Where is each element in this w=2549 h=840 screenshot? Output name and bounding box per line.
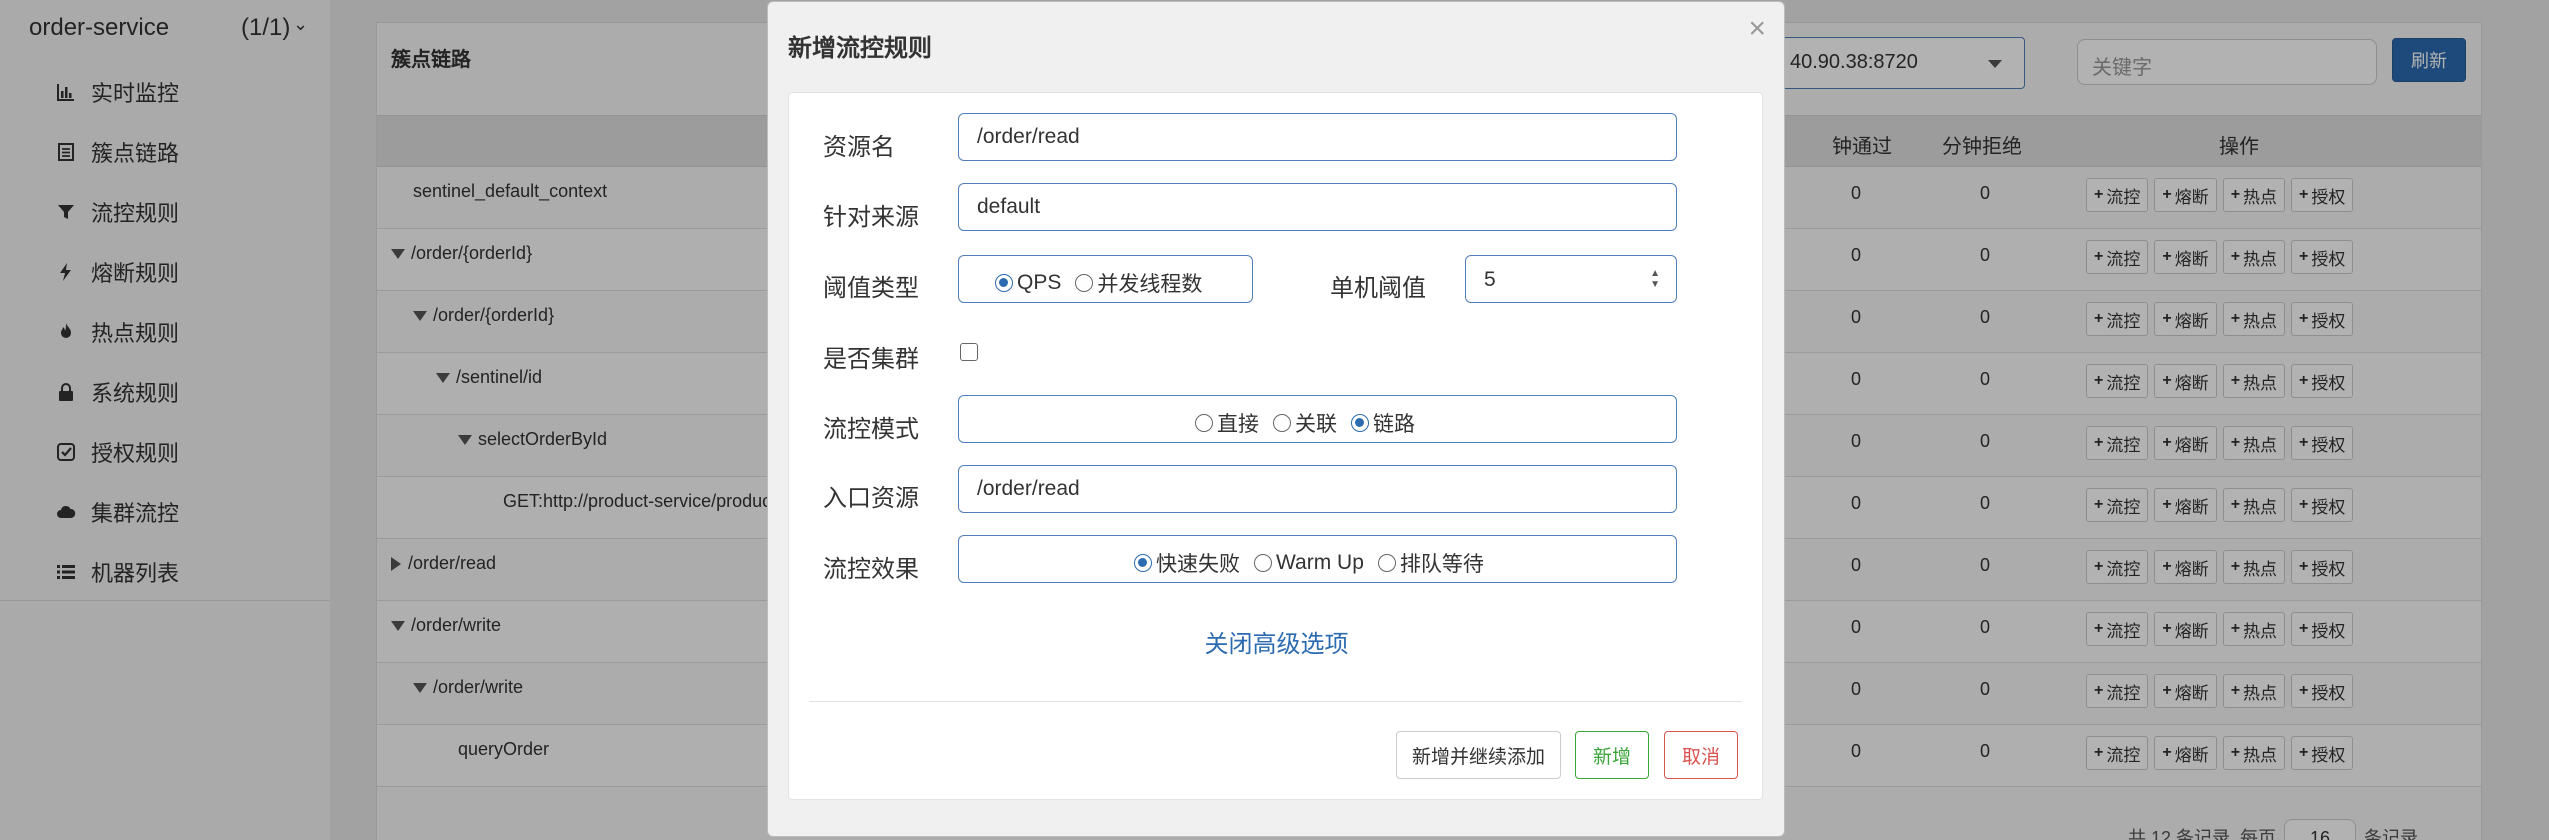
dialog-title: 新增流控规则 bbox=[788, 35, 932, 62]
origin-value: default bbox=[977, 195, 1041, 218]
radio-circle bbox=[1273, 414, 1291, 432]
single-threshold-label: 单机阈值 bbox=[1330, 275, 1426, 302]
radio-qps[interactable]: QPS bbox=[995, 271, 1061, 295]
threshold-type-group: QPS 并发线程数 bbox=[958, 255, 1253, 303]
radio-relate[interactable]: 关联 bbox=[1273, 408, 1337, 438]
radio-circle bbox=[1351, 414, 1369, 432]
mode-group: 直接 关联 链路 bbox=[958, 395, 1677, 443]
cancel-button[interactable]: 取消 bbox=[1664, 731, 1738, 779]
number-spinner-icon[interactable]: ▲ ▼ bbox=[1650, 268, 1660, 290]
radio-circle bbox=[1254, 554, 1272, 572]
radio-direct[interactable]: 直接 bbox=[1195, 408, 1259, 438]
radio-queue[interactable]: 排队等待 bbox=[1377, 548, 1484, 578]
radio-label: 排队等待 bbox=[1399, 553, 1484, 576]
radio-circle bbox=[995, 274, 1013, 292]
radio-warm-up[interactable]: Warm Up bbox=[1254, 551, 1364, 575]
resource-name-field[interactable]: /order/read bbox=[958, 113, 1677, 161]
mode-label: 流控模式 bbox=[823, 416, 919, 443]
resource-label: 资源名 bbox=[823, 134, 895, 161]
radio-label: 直接 bbox=[1217, 413, 1259, 436]
radio-label: QPS bbox=[1017, 271, 1062, 294]
add-button[interactable]: 新增 bbox=[1575, 731, 1649, 779]
cluster-checkbox[interactable] bbox=[960, 343, 978, 361]
radio-label: Warm Up bbox=[1276, 551, 1364, 574]
effect-label: 流控效果 bbox=[823, 556, 919, 583]
origin-field[interactable]: default bbox=[958, 183, 1677, 231]
close-icon[interactable]: × bbox=[1748, 12, 1766, 46]
radio-circle bbox=[1134, 554, 1152, 572]
radio-circle bbox=[1195, 414, 1213, 432]
radio-circle bbox=[1075, 274, 1094, 292]
radio-chain[interactable]: 链路 bbox=[1351, 408, 1415, 438]
entry-resource-label: 入口资源 bbox=[823, 485, 919, 512]
single-threshold-input[interactable]: 5 ▲ ▼ bbox=[1465, 255, 1677, 303]
radio-label: 快速失败 bbox=[1156, 553, 1240, 576]
radio-fail-fast[interactable]: 快速失败 bbox=[1134, 548, 1240, 578]
radio-thread-count[interactable]: 并发线程数 bbox=[1075, 268, 1202, 298]
cluster-label: 是否集群 bbox=[823, 346, 919, 373]
add-and-continue-button[interactable]: 新增并继续添加 bbox=[1396, 731, 1561, 779]
radio-label: 并发线程数 bbox=[1097, 273, 1203, 296]
footer-divider bbox=[809, 701, 1742, 702]
threshold-type-label: 阈值类型 bbox=[823, 275, 919, 302]
dialog-body: 资源名 /order/read 针对来源 default 阈值类型 QPS 并发… bbox=[788, 92, 1763, 800]
single-threshold-value: 5 bbox=[1484, 268, 1496, 291]
add-flow-rule-dialog: 新增流控规则 × 资源名 /order/read 针对来源 default 阈值… bbox=[767, 1, 1785, 837]
origin-label: 针对来源 bbox=[823, 204, 919, 231]
resource-name-value: /order/read bbox=[977, 125, 1080, 148]
entry-resource-value: /order/read bbox=[977, 477, 1080, 500]
radio-label: 关联 bbox=[1295, 413, 1337, 436]
toggle-advanced-link[interactable]: 关闭高级选项 bbox=[789, 624, 1764, 659]
radio-label: 链路 bbox=[1373, 413, 1415, 436]
entry-resource-field[interactable]: /order/read bbox=[958, 465, 1677, 513]
radio-circle bbox=[1377, 554, 1396, 572]
effect-group: 快速失败 Warm Up 排队等待 bbox=[958, 535, 1677, 583]
